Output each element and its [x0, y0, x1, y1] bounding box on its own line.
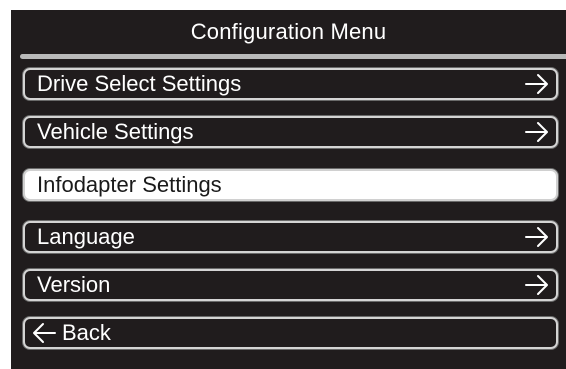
menu-item-label: Drive Select Settings [37, 71, 242, 96]
arrow-right-icon [525, 227, 548, 247]
menu-item-label: Version [37, 272, 111, 297]
arrow-right-icon [525, 74, 548, 94]
arrow-right-icon [525, 275, 548, 295]
menu-item-vehicle-settings[interactable]: Vehicle Settings [23, 116, 558, 148]
menu-item-label: Vehicle Settings [37, 119, 194, 144]
title-divider [20, 54, 566, 59]
menu-item-label: Infodapter Settings [37, 172, 222, 197]
config-screen: Configuration Menu Drive Select Settings… [11, 10, 566, 369]
back-button[interactable]: Back [23, 317, 558, 349]
menu-item-drive-select-settings[interactable]: Drive Select Settings [23, 68, 558, 100]
menu-item-label: Language [37, 224, 135, 249]
page-title: Configuration Menu [190, 19, 387, 44]
back-button-label: Back [62, 320, 111, 345]
menu-item-infodapter-settings[interactable]: Infodapter Settings [23, 169, 558, 201]
arrow-right-icon [525, 122, 548, 142]
arrow-left-icon [33, 323, 56, 343]
menu-item-language[interactable]: Language [23, 221, 558, 253]
menu-item-version[interactable]: Version [23, 269, 558, 301]
